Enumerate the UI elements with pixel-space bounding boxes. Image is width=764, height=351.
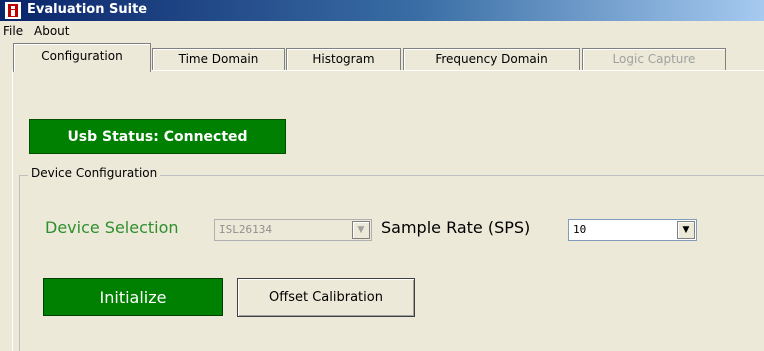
tab-logic-capture: Logic Capture: [582, 48, 726, 70]
group-label: Device Configuration: [28, 166, 161, 180]
tab-frequency-domain[interactable]: Frequency Domain: [403, 48, 580, 70]
tab-time-domain[interactable]: Time Domain: [152, 48, 285, 70]
menu-bar: File About: [0, 21, 764, 41]
device-configuration-group: [19, 175, 764, 351]
tab-histogram[interactable]: Histogram: [286, 48, 401, 70]
menu-file[interactable]: File: [3, 24, 23, 38]
device-selection-value: ISL26134: [219, 223, 272, 236]
tab-strip: Configuration Time Domain Histogram Freq…: [0, 41, 764, 72]
app-logo-icon: [5, 2, 21, 19]
usb-status-indicator: Usb Status: Connected: [29, 119, 286, 154]
chevron-down-icon: ▼: [352, 221, 370, 239]
initialize-button[interactable]: Initialize: [43, 278, 223, 316]
window-title: Evaluation Suite: [27, 2, 148, 17]
sample-rate-label: Sample Rate (SPS): [381, 218, 531, 237]
device-selection-dropdown: ISL26134 ▼: [214, 219, 372, 241]
device-selection-label: Device Selection: [45, 218, 179, 237]
tab-configuration[interactable]: Configuration: [13, 43, 151, 72]
sample-rate-dropdown[interactable]: 10 ▼: [568, 219, 697, 241]
offset-calibration-button[interactable]: Offset Calibration: [237, 278, 415, 317]
menu-about[interactable]: About: [34, 24, 69, 38]
sample-rate-value: 10: [573, 223, 587, 236]
title-bar[interactable]: Evaluation Suite: [0, 0, 764, 21]
chevron-down-icon[interactable]: ▼: [677, 221, 695, 239]
